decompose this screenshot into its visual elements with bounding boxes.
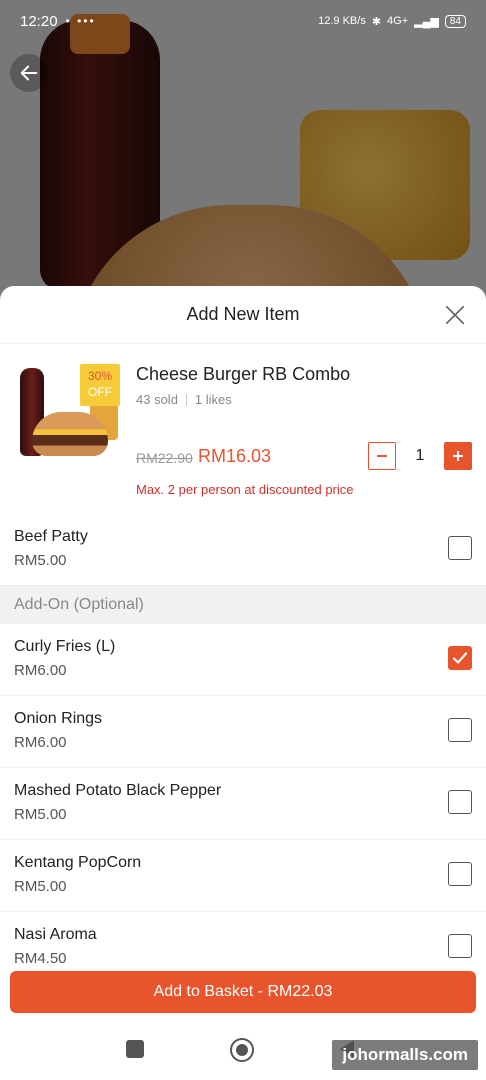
addon-checkbox[interactable]: [448, 934, 472, 958]
checkmark-icon: [452, 652, 468, 664]
addon-name: Onion Rings: [14, 710, 103, 727]
arrow-left-icon: [20, 65, 38, 81]
add-to-basket-button[interactable]: Add to Basket - RM22.03: [10, 971, 476, 1013]
addon-checkbox-checked[interactable]: [448, 646, 472, 670]
back-button[interactable]: [10, 54, 48, 92]
addon-row-nasi-aroma[interactable]: Nasi Aroma RM4.50: [0, 912, 486, 970]
addon-checkbox[interactable]: [448, 790, 472, 814]
status-bar: 12:20 • ••• 12.9 KB/s ✱ 4G+ ▂▄▆ 84: [0, 0, 486, 42]
quantity-stepper: 1: [368, 442, 472, 470]
addon-name: Kentang PopCorn: [14, 854, 142, 871]
addon-name: Nasi Aroma: [14, 926, 97, 943]
overlay-dim: [0, 0, 486, 300]
sheet-title: Add New Item: [186, 304, 300, 324]
addon-price: RM4.50: [14, 950, 67, 967]
recent-apps-icon[interactable]: [126, 1040, 144, 1058]
add-item-sheet: Add New Item 30% OFF Cheese Burger RB Co…: [0, 286, 486, 1080]
meta-divider: [185, 393, 187, 406]
discounted-price: RM16.03: [198, 446, 272, 466]
product-meta: 43 sold 1 likes: [136, 392, 232, 407]
addon-row-kentang-popcorn[interactable]: Kentang PopCorn RM5.00: [0, 840, 486, 912]
close-icon[interactable]: [444, 304, 466, 326]
product-name: Cheese Burger RB Combo: [136, 364, 351, 384]
discount-off-label: OFF: [88, 385, 112, 399]
addon-name: Curly Fries (L): [14, 638, 116, 655]
bluetooth-icon: ✱: [371, 15, 382, 28]
home-icon[interactable]: [230, 1038, 254, 1062]
option-price: RM5.00: [14, 552, 67, 569]
decrease-button[interactable]: [368, 442, 396, 470]
addon-price: RM5.00: [14, 806, 67, 823]
option-row-beef-patty[interactable]: Beef Patty RM5.00: [0, 514, 486, 586]
battery-icon: 84: [444, 14, 466, 28]
product-summary: 30% OFF Cheese Burger RB Combo 43 sold 1…: [0, 344, 486, 512]
addon-name: Mashed Potato Black Pepper: [14, 782, 222, 799]
addon-checkbox[interactable]: [448, 718, 472, 742]
plus-icon: [453, 451, 463, 461]
purchase-limit-note: Max. 2 per person at discounted price: [136, 482, 354, 497]
addon-section-header: Add-On (Optional): [0, 586, 486, 624]
network-speed: 12.9 KB/s: [318, 15, 366, 27]
watermark: johormalls.com: [332, 1040, 478, 1070]
original-price: RM22.90: [136, 450, 193, 466]
addon-price: RM6.00: [14, 734, 67, 751]
likes-count: 1 likes: [194, 392, 232, 407]
option-checkbox[interactable]: [448, 536, 472, 560]
addon-price: RM5.00: [14, 878, 67, 895]
discount-percent: 30%: [87, 369, 113, 383]
addon-checkbox[interactable]: [448, 862, 472, 886]
status-time: 12:20: [20, 12, 58, 30]
thumb-burger: [32, 412, 108, 456]
option-name: Beef Patty: [14, 528, 88, 545]
addon-row-mashed-potato[interactable]: Mashed Potato Black Pepper RM5.00: [0, 768, 486, 840]
increase-button[interactable]: [444, 442, 472, 470]
status-right: 12.9 KB/s ✱ 4G+ ▂▄▆ 84: [318, 14, 466, 28]
notification-icons: • •••: [65, 14, 96, 28]
quantity-value: 1: [415, 447, 425, 464]
network-type: 4G+: [387, 15, 409, 27]
minus-icon: [377, 455, 387, 457]
sheet-header: Add New Item: [0, 286, 486, 344]
signal-icon: ▂▄▆: [414, 15, 439, 28]
addon-row-onion-rings[interactable]: Onion Rings RM6.00: [0, 696, 486, 768]
discount-badge: 30% OFF: [80, 364, 120, 406]
addon-price: RM6.00: [14, 662, 67, 679]
product-hero-image: [0, 0, 486, 300]
sold-count: 43 sold: [136, 392, 178, 407]
addon-row-curly-fries[interactable]: Curly Fries (L) RM6.00: [0, 624, 486, 696]
